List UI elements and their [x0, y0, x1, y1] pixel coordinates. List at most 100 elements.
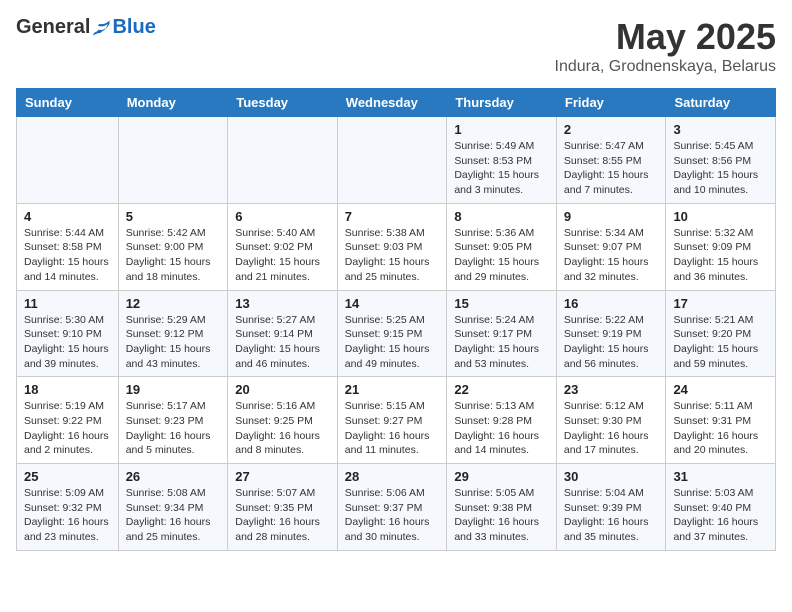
calendar-cell-w5-d4: 28 Sunrise: 5:06 AM Sunset: 9:37 PM Dayli… [337, 464, 447, 551]
calendar-cell-w2-d3: 6 Sunrise: 5:40 AM Sunset: 9:02 PM Daylig… [228, 203, 338, 290]
day-number: 30 [564, 469, 659, 484]
calendar-cell-w3-d1: 11 Sunrise: 5:30 AM Sunset: 9:10 PM Dayli… [17, 290, 119, 377]
day-number: 5 [126, 209, 221, 224]
calendar-cell-w1-d1 [17, 117, 119, 204]
day-info: Sunrise: 5:12 AM Sunset: 9:30 PM Dayligh… [564, 399, 659, 458]
day-number: 15 [454, 296, 549, 311]
day-number: 18 [24, 382, 111, 397]
day-number: 14 [345, 296, 440, 311]
day-info: Sunrise: 5:05 AM Sunset: 9:38 PM Dayligh… [454, 486, 549, 545]
week-row-5: 25 Sunrise: 5:09 AM Sunset: 9:32 PM Dayli… [17, 464, 776, 551]
day-number: 31 [673, 469, 768, 484]
calendar-cell-w2-d4: 7 Sunrise: 5:38 AM Sunset: 9:03 PM Daylig… [337, 203, 447, 290]
calendar-cell-w1-d3 [228, 117, 338, 204]
calendar-header-row: Sunday Monday Tuesday Wednesday Thursday… [17, 89, 776, 117]
day-info: Sunrise: 5:38 AM Sunset: 9:03 PM Dayligh… [345, 226, 440, 285]
calendar-cell-w4-d3: 20 Sunrise: 5:16 AM Sunset: 9:25 PM Dayli… [228, 377, 338, 464]
day-number: 21 [345, 382, 440, 397]
day-number: 12 [126, 296, 221, 311]
day-info: Sunrise: 5:32 AM Sunset: 9:09 PM Dayligh… [673, 226, 768, 285]
day-info: Sunrise: 5:22 AM Sunset: 9:19 PM Dayligh… [564, 313, 659, 372]
week-row-1: 1Sunrise: 5:49 AM Sunset: 8:53 PM Daylig… [17, 117, 776, 204]
day-info: Sunrise: 5:47 AM Sunset: 8:55 PM Dayligh… [564, 139, 659, 198]
day-info: Sunrise: 5:17 AM Sunset: 9:23 PM Dayligh… [126, 399, 221, 458]
day-info: Sunrise: 5:09 AM Sunset: 9:32 PM Dayligh… [24, 486, 111, 545]
day-info: Sunrise: 5:30 AM Sunset: 9:10 PM Dayligh… [24, 313, 111, 372]
calendar-cell-w5-d7: 31 Sunrise: 5:03 AM Sunset: 9:40 PM Dayli… [666, 464, 776, 551]
day-info: Sunrise: 5:03 AM Sunset: 9:40 PM Dayligh… [673, 486, 768, 545]
day-number: 7 [345, 209, 440, 224]
calendar-cell-w3-d3: 13 Sunrise: 5:27 AM Sunset: 9:14 PM Dayli… [228, 290, 338, 377]
header-wednesday: Wednesday [337, 89, 447, 117]
calendar-cell-w1-d4 [337, 117, 447, 204]
calendar-cell-w2-d2: 5 Sunrise: 5:42 AM Sunset: 9:00 PM Daylig… [118, 203, 228, 290]
header-thursday: Thursday [447, 89, 557, 117]
calendar-cell-w2-d6: 9 Sunrise: 5:34 AM Sunset: 9:07 PM Daylig… [556, 203, 666, 290]
day-info: Sunrise: 5:44 AM Sunset: 8:58 PM Dayligh… [24, 226, 111, 285]
logo-general-text: General [16, 16, 90, 39]
day-number: 20 [235, 382, 330, 397]
day-number: 3 [673, 122, 768, 137]
week-row-2: 4 Sunrise: 5:44 AM Sunset: 8:58 PM Daylig… [17, 203, 776, 290]
day-info: Sunrise: 5:40 AM Sunset: 9:02 PM Dayligh… [235, 226, 330, 285]
day-number: 16 [564, 296, 659, 311]
calendar-cell-w5-d5: 29 Sunrise: 5:05 AM Sunset: 9:38 PM Dayli… [447, 464, 557, 551]
calendar-cell-w1-d2 [118, 117, 228, 204]
calendar-cell-w5-d3: 27Sunrise: 5:07 AM Sunset: 9:35 PM Dayli… [228, 464, 338, 551]
day-info: Sunrise: 5:16 AM Sunset: 9:25 PM Dayligh… [235, 399, 330, 458]
day-number: 9 [564, 209, 659, 224]
day-info: Sunrise: 5:19 AM Sunset: 9:22 PM Dayligh… [24, 399, 111, 458]
calendar-cell-w3-d7: 17Sunrise: 5:21 AM Sunset: 9:20 PM Dayli… [666, 290, 776, 377]
day-number: 4 [24, 209, 111, 224]
day-info: Sunrise: 5:15 AM Sunset: 9:27 PM Dayligh… [345, 399, 440, 458]
calendar-cell-w4-d2: 19 Sunrise: 5:17 AM Sunset: 9:23 PM Dayli… [118, 377, 228, 464]
day-info: Sunrise: 5:11 AM Sunset: 9:31 PM Dayligh… [673, 399, 768, 458]
calendar-cell-w5-d6: 30Sunrise: 5:04 AM Sunset: 9:39 PM Dayli… [556, 464, 666, 551]
day-info: Sunrise: 5:29 AM Sunset: 9:12 PM Dayligh… [126, 313, 221, 372]
day-info: Sunrise: 5:25 AM Sunset: 9:15 PM Dayligh… [345, 313, 440, 372]
week-row-4: 18 Sunrise: 5:19 AM Sunset: 9:22 PM Dayli… [17, 377, 776, 464]
day-info: Sunrise: 5:06 AM Sunset: 9:37 PM Dayligh… [345, 486, 440, 545]
calendar-cell-w3-d2: 12 Sunrise: 5:29 AM Sunset: 9:12 PM Dayli… [118, 290, 228, 377]
day-number: 29 [454, 469, 549, 484]
calendar-cell-w1-d6: 2 Sunrise: 5:47 AM Sunset: 8:55 PM Daylig… [556, 117, 666, 204]
calendar-cell-w1-d5: 1Sunrise: 5:49 AM Sunset: 8:53 PM Daylig… [447, 117, 557, 204]
calendar-cell-w3-d6: 16 Sunrise: 5:22 AM Sunset: 9:19 PM Dayli… [556, 290, 666, 377]
logo: General Blue [16, 16, 156, 39]
calendar-cell-w4-d1: 18 Sunrise: 5:19 AM Sunset: 9:22 PM Dayli… [17, 377, 119, 464]
day-number: 19 [126, 382, 221, 397]
day-number: 11 [24, 296, 111, 311]
header-sunday: Sunday [17, 89, 119, 117]
title-section: May 2025 Indura, Grodnenskaya, Belarus [555, 16, 776, 76]
week-row-3: 11 Sunrise: 5:30 AM Sunset: 9:10 PM Dayli… [17, 290, 776, 377]
day-number: 10 [673, 209, 768, 224]
calendar-table: Sunday Monday Tuesday Wednesday Thursday… [16, 88, 776, 551]
day-info: Sunrise: 5:42 AM Sunset: 9:00 PM Dayligh… [126, 226, 221, 285]
day-number: 26 [126, 469, 221, 484]
calendar-cell-w4-d7: 24Sunrise: 5:11 AM Sunset: 9:31 PM Dayli… [666, 377, 776, 464]
calendar-cell-w5-d1: 25 Sunrise: 5:09 AM Sunset: 9:32 PM Dayli… [17, 464, 119, 551]
calendar-cell-w4-d6: 23Sunrise: 5:12 AM Sunset: 9:30 PM Dayli… [556, 377, 666, 464]
day-number: 28 [345, 469, 440, 484]
day-info: Sunrise: 5:36 AM Sunset: 9:05 PM Dayligh… [454, 226, 549, 285]
day-number: 6 [235, 209, 330, 224]
calendar-cell-w4-d4: 21 Sunrise: 5:15 AM Sunset: 9:27 PM Dayli… [337, 377, 447, 464]
header-friday: Friday [556, 89, 666, 117]
day-number: 25 [24, 469, 111, 484]
page-header: General Blue May 2025 Indura, Grodnenska… [16, 16, 776, 76]
calendar-cell-w4-d5: 22Sunrise: 5:13 AM Sunset: 9:28 PM Dayli… [447, 377, 557, 464]
day-number: 2 [564, 122, 659, 137]
month-title: May 2025 [555, 16, 776, 58]
day-info: Sunrise: 5:24 AM Sunset: 9:17 PM Dayligh… [454, 313, 549, 372]
header-saturday: Saturday [666, 89, 776, 117]
day-number: 17 [673, 296, 768, 311]
day-info: Sunrise: 5:08 AM Sunset: 9:34 PM Dayligh… [126, 486, 221, 545]
calendar-cell-w2-d1: 4 Sunrise: 5:44 AM Sunset: 8:58 PM Daylig… [17, 203, 119, 290]
day-info: Sunrise: 5:07 AM Sunset: 9:35 PM Dayligh… [235, 486, 330, 545]
logo-blue-text: Blue [112, 16, 155, 39]
location-subtitle: Indura, Grodnenskaya, Belarus [555, 58, 776, 76]
day-number: 13 [235, 296, 330, 311]
day-info: Sunrise: 5:34 AM Sunset: 9:07 PM Dayligh… [564, 226, 659, 285]
day-info: Sunrise: 5:27 AM Sunset: 9:14 PM Dayligh… [235, 313, 330, 372]
day-info: Sunrise: 5:49 AM Sunset: 8:53 PM Dayligh… [454, 139, 549, 198]
